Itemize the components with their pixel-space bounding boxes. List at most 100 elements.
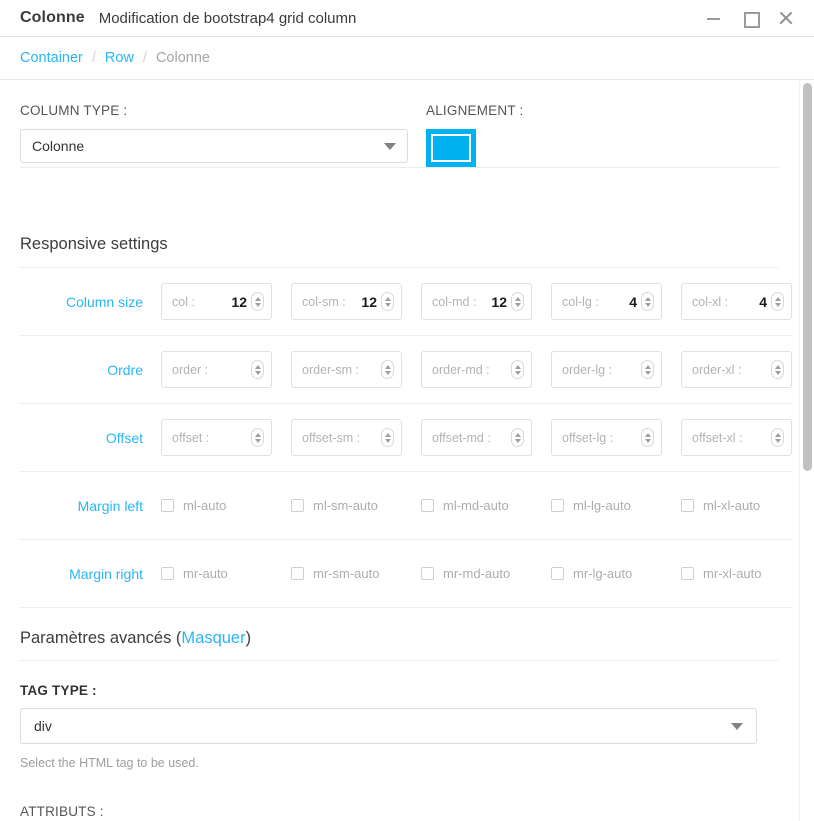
offset-md-input-stepper[interactable] [511,428,524,447]
checkbox-box[interactable] [291,499,304,512]
col-input-stepper[interactable] [251,292,264,311]
checkbox-box[interactable] [551,499,564,512]
offset-xl-input-stepper[interactable] [771,428,784,447]
cell-col-md: col-md : 12 [421,283,551,320]
order-input-stepper[interactable] [251,360,264,379]
offset-lg-input-stepper[interactable] [641,428,654,447]
column-type-select[interactable]: Colonne [20,129,408,163]
maximize-icon[interactable] [742,10,760,28]
checkbox-box[interactable] [421,567,434,580]
col-xl-input-placeholder: col-xl : [692,294,729,309]
row-cells: ml-auto ml-sm-auto ml-md-auto ml-lg-auto… [161,496,811,516]
offset-sm-input-stepper[interactable] [381,428,394,447]
order-xl-input[interactable]: order-xl : [681,351,792,388]
checkbox-box[interactable] [681,567,694,580]
cell-order-lg: order-lg : [551,351,681,388]
mr-md-auto-label: mr-md-auto [443,566,511,581]
title-bar: Colonne Modification de bootstrap4 grid … [0,0,814,37]
cell-mr-auto: mr-auto [161,564,291,584]
ml-auto-checkbox[interactable]: ml-auto [161,496,291,516]
vertical-scrollbar[interactable] [799,81,814,821]
order-sm-input-stepper[interactable] [381,360,394,379]
mr-lg-auto-checkbox[interactable]: mr-lg-auto [551,564,681,584]
alignment-swatch-button[interactable] [426,129,476,167]
col-lg-input[interactable]: col-lg : 4 [551,283,662,320]
ml-sm-auto-checkbox[interactable]: ml-sm-auto [291,496,421,516]
row-label-column-size: Column size [65,293,143,310]
advanced-toggle-link[interactable]: Masquer [181,629,245,647]
mr-xl-auto-checkbox[interactable]: mr-xl-auto [681,564,811,584]
offset-sm-input-placeholder: offset-sm : [302,430,361,445]
breadcrumb-item-container[interactable]: Container [20,50,83,66]
order-lg-input-placeholder: order-lg : [562,362,613,377]
col-xl-input-value: 4 [759,293,767,310]
offset-input[interactable]: offset : [161,419,272,456]
dialog-window: Colonne Modification de bootstrap4 grid … [0,0,814,821]
col-md-input-stepper[interactable] [511,292,524,311]
ml-md-auto-checkbox[interactable]: ml-md-auto [421,496,551,516]
ml-sm-auto-label: ml-sm-auto [313,498,379,513]
checkbox-box[interactable] [551,567,564,580]
minimize-icon[interactable] [706,10,722,26]
ml-xl-auto-checkbox[interactable]: ml-xl-auto [681,496,811,516]
breadcrumb-item-row[interactable]: Row [105,50,134,66]
mr-auto-checkbox[interactable]: mr-auto [161,564,291,584]
window-subtitle: Modification de bootstrap4 grid column [98,9,357,27]
mr-sm-auto-checkbox[interactable]: mr-sm-auto [291,564,421,584]
close-icon[interactable] [778,10,794,26]
scrollbar-thumb[interactable] [803,83,812,471]
responsive-settings-title: Responsive settings [20,216,779,268]
col-sm-input-stepper[interactable] [381,292,394,311]
table-row: Margin right mr-auto mr-sm-auto mr-md-au… [20,540,792,608]
order-xl-input-stepper[interactable] [771,360,784,379]
order-input[interactable]: order : [161,351,272,388]
col-xl-input-stepper[interactable] [771,292,784,311]
window-title: Colonne [20,9,85,26]
offset-md-input-placeholder: offset-md : [432,430,491,445]
col-xl-input[interactable]: col-xl : 4 [681,283,792,320]
offset-input-stepper[interactable] [251,428,264,447]
checkbox-box[interactable] [291,567,304,580]
order-lg-input-stepper[interactable] [641,360,654,379]
col-input-placeholder: col : [172,294,195,309]
tag-type-help-text: Select the HTML tag to be used. [20,756,199,770]
checkbox-box[interactable] [681,499,694,512]
column-type-value: Colonne [32,138,85,154]
cell-order-sm: order-sm : [291,351,421,388]
tag-type-label: TAG TYPE : [20,683,97,698]
tag-type-select[interactable]: div [20,708,757,744]
table-row: Margin left ml-auto ml-sm-auto ml-md-aut… [20,472,792,540]
offset-sm-input[interactable]: offset-sm : [291,419,402,456]
offset-xl-input[interactable]: offset-xl : [681,419,792,456]
checkbox-box[interactable] [161,499,174,512]
cell-offset-md: offset-md : [421,419,551,456]
column-type-label: COLUMN TYPE : [20,103,128,118]
order-md-input[interactable]: order-md : [421,351,532,388]
ml-auto-label: ml-auto [183,498,227,513]
col-lg-input-stepper[interactable] [641,292,654,311]
cell-order: order : [161,351,291,388]
offset-lg-input[interactable]: offset-lg : [551,419,662,456]
checkbox-box[interactable] [161,567,174,580]
row-cells: offset : offset-sm : offset-md: offset-… [161,419,811,456]
table-row: Offset offset : offset-sm : offset-md: … [20,404,792,472]
offset-md-input[interactable]: offset-md : [421,419,532,456]
checkbox-box[interactable] [421,499,434,512]
col-md-input[interactable]: col-md : 12 [421,283,532,320]
cell-col-xl: col-xl : 4 [681,283,811,320]
offset-xl-input-placeholder: offset-xl : [692,430,743,445]
ml-lg-auto-checkbox[interactable]: ml-lg-auto [551,496,681,516]
col-input[interactable]: col : 12 [161,283,272,320]
breadcrumb-separator: / [91,50,96,66]
offset-lg-input-placeholder: offset-lg : [562,430,614,445]
col-sm-input[interactable]: col-sm : 12 [291,283,402,320]
row-cells: col : 12 col-sm : 12 col-md: 12 col-lg … [161,283,811,320]
order-lg-input[interactable]: order-lg : [551,351,662,388]
col-sm-input-placeholder: col-sm : [302,294,346,309]
order-sm-input[interactable]: order-sm : [291,351,402,388]
col-sm-input-value: 12 [361,293,377,310]
mr-md-auto-checkbox[interactable]: mr-md-auto [421,564,551,584]
dialog-body: COLUMN TYPE : Colonne ALIGNEMENT : Respo… [0,81,814,821]
order-md-input-stepper[interactable] [511,360,524,379]
